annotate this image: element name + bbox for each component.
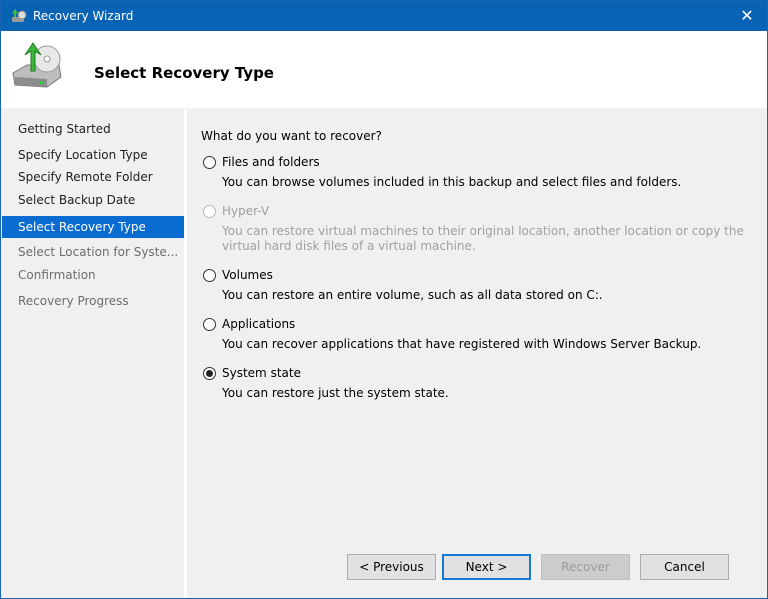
wizard-steps: Getting Started Specify Location Type Sp…	[2, 109, 184, 598]
next-button[interactable]: Next >	[442, 554, 531, 580]
cancel-button[interactable]: Cancel	[640, 554, 729, 580]
question-label: What do you want to recover?	[201, 129, 382, 143]
recovery-wizard-window: Recovery Wizard ✕ Select Recovery Type G…	[0, 0, 768, 599]
option-description: You can browse volumes included in this …	[222, 175, 682, 189]
step-select-recovery-type[interactable]: Select Recovery Type	[2, 216, 184, 238]
recover-button: Recover	[541, 554, 630, 580]
radio-applications[interactable]	[203, 318, 216, 331]
option-description: You can restore virtual machines to thei…	[222, 224, 744, 253]
previous-button[interactable]: < Previous	[347, 554, 436, 580]
option-description: You can recover applications that have r…	[222, 337, 702, 351]
backup-app-icon	[12, 8, 27, 22]
step-recovery-progress: Recovery Progress	[18, 294, 129, 308]
step-specify-remote-folder[interactable]: Specify Remote Folder	[2, 166, 184, 188]
radio-system-state[interactable]	[203, 367, 216, 380]
wizard-content: What do you want to recover? Files and f…	[187, 109, 767, 598]
option-label: Volumes	[222, 268, 273, 282]
option-label: Applications	[222, 317, 296, 331]
title-bar: Recovery Wizard ✕	[1, 1, 767, 31]
step-specify-location-type[interactable]: Specify Location Type	[2, 144, 184, 166]
option-label: Files and folders	[222, 155, 320, 169]
wizard-header: Select Recovery Type	[1, 31, 767, 108]
step-getting-started[interactable]: Getting Started	[2, 118, 184, 140]
radio-volumes[interactable]	[203, 269, 216, 282]
page-title: Select Recovery Type	[94, 64, 274, 82]
option-label: System state	[222, 366, 301, 380]
step-confirmation: Confirmation	[18, 268, 96, 282]
radio-hyper-v	[203, 205, 216, 218]
backup-drive-icon	[12, 42, 62, 88]
step-select-backup-date[interactable]: Select Backup Date	[2, 189, 184, 211]
window-title: Recovery Wizard	[33, 9, 134, 23]
option-description: You can restore an entire volume, such a…	[222, 288, 603, 302]
option-description: You can restore just the system state.	[222, 386, 449, 400]
radio-files-and-folders[interactable]	[203, 156, 216, 169]
option-label: Hyper-V	[222, 204, 270, 218]
step-select-location: Select Location for Syste...	[18, 245, 179, 259]
close-icon[interactable]: ✕	[727, 1, 767, 31]
